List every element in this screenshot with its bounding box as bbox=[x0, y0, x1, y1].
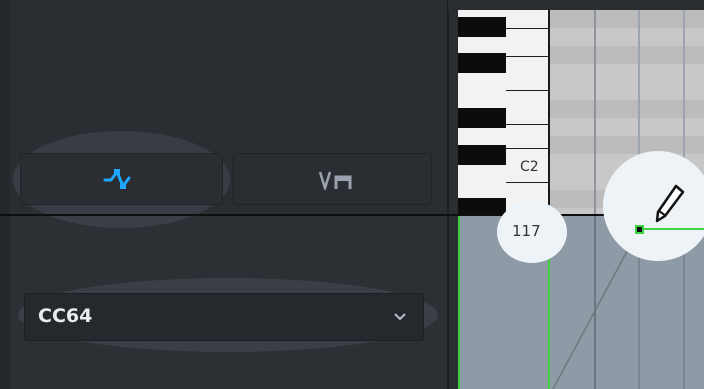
controller-point[interactable] bbox=[635, 225, 644, 234]
lane-divider[interactable] bbox=[0, 214, 704, 216]
pencil-icon bbox=[655, 184, 685, 223]
controller-value-line bbox=[644, 228, 704, 230]
value-tooltip-text: 117 bbox=[512, 222, 541, 240]
controller-ramp-line bbox=[552, 228, 640, 389]
